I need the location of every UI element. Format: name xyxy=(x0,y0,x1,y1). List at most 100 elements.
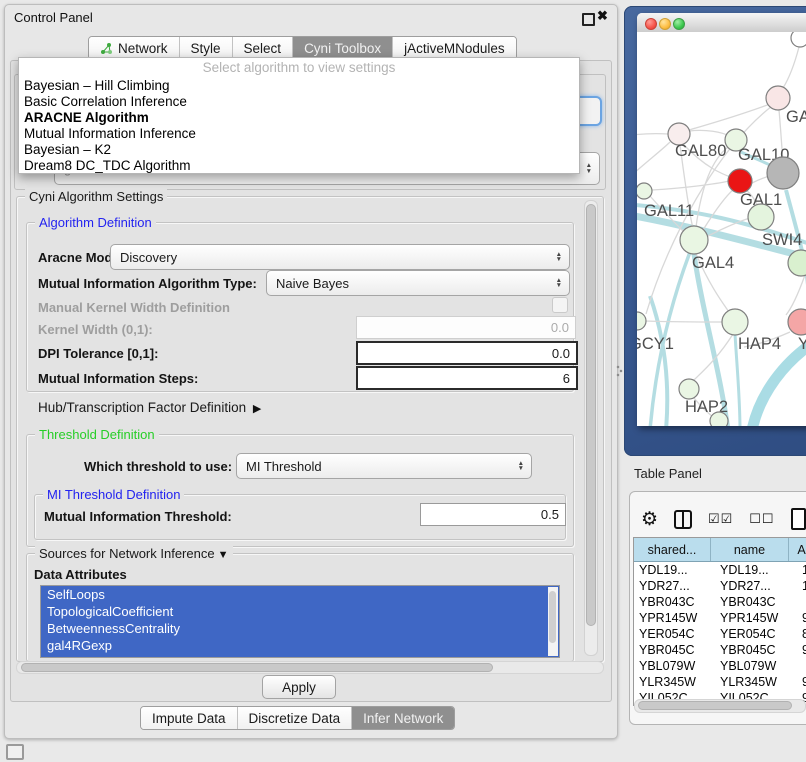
network-node-gal4[interactable] xyxy=(680,226,708,254)
network-node-gal11[interactable] xyxy=(637,183,652,199)
node-label: GAL xyxy=(786,108,806,126)
network-node-gal[interactable] xyxy=(766,86,790,110)
split-panel-icon[interactable] xyxy=(674,510,692,529)
network-icon xyxy=(100,42,113,55)
table-cell: YBL079W xyxy=(634,658,715,674)
tab-select[interactable]: Select xyxy=(232,37,293,59)
column-header[interactable]: name xyxy=(711,538,789,561)
table-cell: YDR27... xyxy=(715,578,797,594)
tab-jactivemnodules[interactable]: jActiveMNodules xyxy=(392,37,516,59)
network-node-y[interactable] xyxy=(788,309,806,335)
data-attributes-list[interactable]: SelfLoopsTopologicalCoefficientBetweenne… xyxy=(40,585,560,658)
settings-horizontal-scrollbar[interactable] xyxy=(16,661,604,674)
combo-arrows-icon: ▲▼ xyxy=(556,252,562,263)
algorithm-option[interactable]: Bayesian – K2 xyxy=(19,142,579,158)
manual-kernel-checkbox[interactable] xyxy=(552,297,568,313)
kernel-width-label: Kernel Width (0,1): xyxy=(38,322,153,337)
file-icon[interactable] xyxy=(791,508,806,530)
network-node[interactable] xyxy=(767,157,799,189)
attributes-scrollbar[interactable] xyxy=(548,587,558,656)
gear-icon[interactable] xyxy=(641,510,658,529)
algorithm-option[interactable]: Mutual Information Inference xyxy=(19,126,579,142)
algorithm-option[interactable]: Bayesian – Hill Climbing xyxy=(19,78,579,94)
tab-label: Cyni Toolbox xyxy=(304,41,381,56)
network-node-hap4[interactable] xyxy=(722,309,748,335)
settings-vertical-scrollbar[interactable] xyxy=(584,200,598,656)
table-row[interactable]: YPR145WYPR145W9. xyxy=(634,610,806,626)
zoom-traffic-light-icon[interactable] xyxy=(673,18,685,30)
table-cell: YER054C xyxy=(634,626,715,642)
tab-cyni-toolbox[interactable]: Cyni Toolbox xyxy=(292,37,392,59)
restore-panel-icon[interactable] xyxy=(6,744,24,760)
table-cell: YBR043C xyxy=(715,594,797,610)
network-node-gcy1[interactable] xyxy=(637,312,646,330)
column-header[interactable]: A xyxy=(789,538,806,561)
dpi-tolerance-value: 0.0 xyxy=(552,346,570,361)
network-graph[interactable]: GALGAL80GAL10GAL1SWI4GAL11GAL4GCY1HAP4YH… xyxy=(637,32,806,426)
node-label: SWI4 xyxy=(762,231,802,249)
table-row[interactable]: YDL19...YDL19...13 xyxy=(634,562,806,578)
expander-right-icon: ▶ xyxy=(250,403,262,415)
settings-group-title: Cyni Algorithm Settings xyxy=(25,189,167,204)
table-cell: YBR043C xyxy=(634,594,715,610)
tab-label: Network xyxy=(118,41,168,56)
close-traffic-light-icon[interactable] xyxy=(645,18,657,30)
which-threshold-value: MI Threshold xyxy=(237,459,518,474)
table-row[interactable]: YLR345WYLR345W9. xyxy=(634,674,806,690)
combo-arrows-icon: ▲▼ xyxy=(586,163,592,174)
which-threshold-select[interactable]: MI Threshold ▲▼ xyxy=(236,453,532,479)
table-cell: 12 xyxy=(797,578,806,594)
network-node-swi4[interactable] xyxy=(748,204,774,230)
algorithm-dropdown-placeholder: Select algorithm to view settings xyxy=(19,58,579,78)
algorithm-option[interactable]: Basic Correlation Inference xyxy=(19,94,579,110)
network-node[interactable] xyxy=(710,412,728,426)
tab-infer-network[interactable]: Infer Network xyxy=(351,707,454,729)
attribute-item[interactable]: TopologicalCoefficient xyxy=(41,603,559,620)
mi-steps-value: 6 xyxy=(563,371,570,386)
tab-discretize-data[interactable]: Discretize Data xyxy=(237,707,352,729)
dpi-tolerance-input[interactable]: 0.0 xyxy=(356,341,578,365)
table-row[interactable]: YER054CYER054C8. xyxy=(634,626,806,642)
mi-algorithm-type-select[interactable]: Naive Bayes ▲▼ xyxy=(266,270,570,296)
tab-label: Discretize Data xyxy=(249,711,341,726)
attribute-item[interactable]: gal4RGexp xyxy=(41,637,559,654)
table-cell: YDL19... xyxy=(715,562,797,578)
table-row[interactable]: YDR27...YDR27...12 xyxy=(634,578,806,594)
attribute-items: SelfLoopsTopologicalCoefficientBetweenne… xyxy=(41,586,559,654)
network-node[interactable] xyxy=(791,32,806,47)
network-node-hap2[interactable] xyxy=(679,379,699,399)
select-all-icon[interactable] xyxy=(708,511,733,527)
tab-label: Infer Network xyxy=(363,711,443,726)
hub-definition-expander[interactable]: Hub/Transcription Factor Definition ▶ xyxy=(38,400,261,415)
combo-arrows-icon: ▲▼ xyxy=(556,278,562,289)
column-header[interactable]: shared... xyxy=(634,538,711,561)
tab-style[interactable]: Style xyxy=(179,37,232,59)
attribute-item[interactable]: BetweennessCentrality xyxy=(41,620,559,637)
table-cell: YER054C xyxy=(715,626,797,642)
mi-threshold-value: 0.5 xyxy=(541,507,559,522)
algorithm-option[interactable]: Dream8 DC_TDC Algorithm xyxy=(19,158,579,174)
table-row[interactable]: YBL079WYBL079W xyxy=(634,658,806,674)
table-horizontal-scrollbar[interactable] xyxy=(634,699,806,713)
node-table[interactable]: shared...nameA YDL19...YDL19...13YDR27..… xyxy=(633,537,806,706)
table-row[interactable]: YBR043CYBR043C xyxy=(634,594,806,610)
close-icon[interactable]: ✖ xyxy=(597,8,608,24)
node-label: GCY1 xyxy=(637,335,674,353)
node-label: GAL80 xyxy=(675,142,726,160)
deselect-all-icon[interactable] xyxy=(749,511,774,527)
minimize-traffic-light-icon[interactable] xyxy=(659,18,671,30)
float-window-icon[interactable] xyxy=(582,13,595,26)
tab-impute-data[interactable]: Impute Data xyxy=(141,707,237,729)
network-node-gal1[interactable] xyxy=(728,169,752,193)
network-window-titlebar[interactable] xyxy=(637,13,806,33)
algorithm-option[interactable]: ARACNE Algorithm xyxy=(19,110,579,126)
splitter-grip[interactable] xyxy=(616,364,623,377)
apply-button[interactable]: Apply xyxy=(262,675,336,699)
aracne-mode-select[interactable]: Discovery ▲▼ xyxy=(110,244,570,270)
attribute-item[interactable]: SelfLoops xyxy=(41,586,559,603)
table-row[interactable]: YBR045CYBR045C9. xyxy=(634,642,806,658)
kernel-width-input[interactable]: 0.0 xyxy=(356,316,576,339)
tab-network[interactable]: Network xyxy=(89,37,179,59)
mi-steps-input[interactable]: 6 xyxy=(356,366,578,390)
mi-threshold-input[interactable]: 0.5 xyxy=(420,503,566,526)
